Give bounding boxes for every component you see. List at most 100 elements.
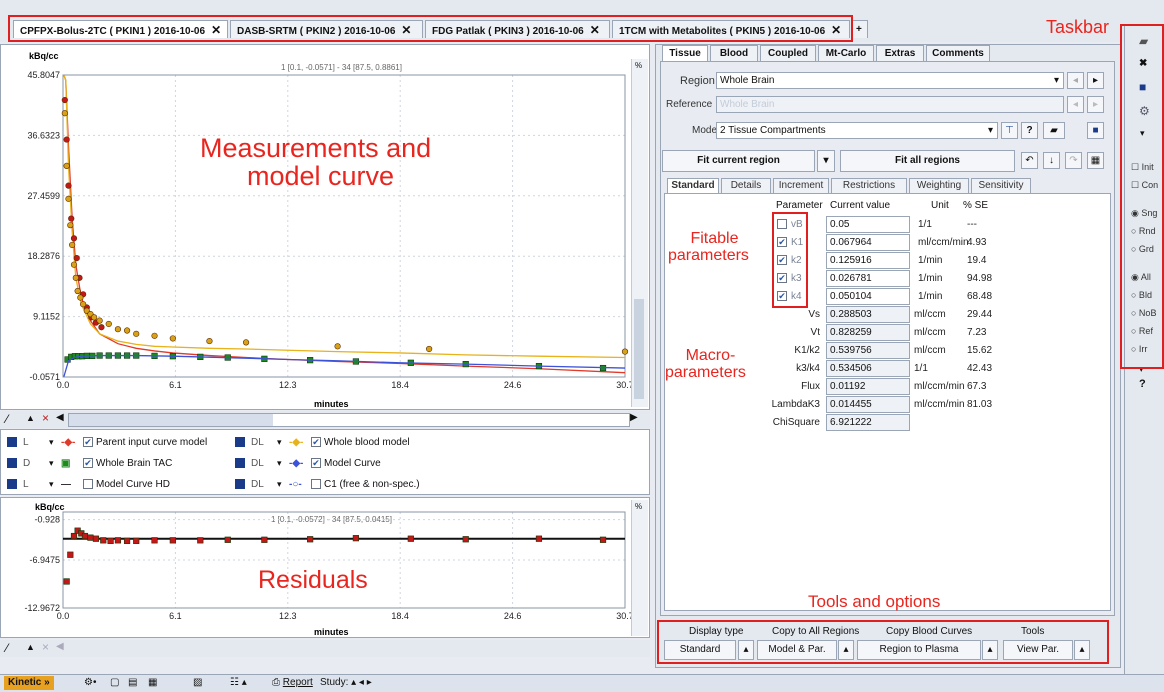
redo-icon[interactable]: ↷ bbox=[1065, 152, 1082, 169]
radio-nob[interactable]: ○ NoB bbox=[1131, 308, 1156, 318]
fit-checkbox[interactable]: ✔ bbox=[777, 273, 787, 283]
help-button[interactable]: ? bbox=[1021, 122, 1038, 139]
document-icon[interactable]: ▤ bbox=[128, 677, 137, 688]
image-icon[interactable]: ▨ bbox=[193, 677, 202, 688]
calculator-icon[interactable]: ▦ bbox=[1087, 152, 1104, 169]
radio-rnd[interactable]: ○ Rnd bbox=[1131, 226, 1155, 236]
save-icon[interactable] bbox=[7, 479, 17, 489]
copy-model-arrow[interactable]: ▴ bbox=[838, 640, 854, 660]
subtab-details[interactable]: Details bbox=[721, 178, 771, 193]
save-icon[interactable]: ■ bbox=[1139, 80, 1146, 94]
fit-options-dropdown[interactable]: ▾ bbox=[817, 150, 835, 172]
display-type-button[interactable]: Standard bbox=[664, 640, 736, 660]
close-icon[interactable]: × bbox=[42, 411, 49, 425]
param-value-input[interactable]: 0.050104 bbox=[826, 288, 910, 305]
subtab-sensitivity[interactable]: Sensitivity bbox=[971, 178, 1031, 193]
tab-comments[interactable]: Comments bbox=[926, 45, 990, 62]
open-folder-icon[interactable]: ▰ bbox=[1043, 122, 1065, 139]
window-icon[interactable]: ▢ bbox=[110, 677, 119, 688]
chevron-down-icon[interactable]: ▾ bbox=[49, 479, 61, 490]
save-icon[interactable]: ■ bbox=[1087, 122, 1104, 139]
tab-pkin3[interactable]: FDG Patlak ( PKIN3 ) 2016-10-06 ✕ bbox=[425, 20, 610, 38]
save-icon[interactable] bbox=[7, 437, 17, 447]
region-select[interactable]: Whole Brain ▾ bbox=[716, 72, 1064, 89]
prev-reference-button[interactable]: ◂ bbox=[1067, 96, 1084, 113]
param-value-input[interactable]: 0.125916 bbox=[826, 252, 910, 269]
fit-checkbox[interactable] bbox=[777, 219, 787, 229]
download-icon[interactable]: ↓ bbox=[1043, 152, 1060, 169]
curve-icon[interactable]: ⁄ bbox=[6, 412, 8, 426]
chevron-down-icon[interactable]: ▾ bbox=[1140, 128, 1145, 139]
scroll-left-icon[interactable]: ◀ bbox=[56, 641, 64, 652]
tab-blood[interactable]: Blood bbox=[710, 45, 758, 62]
close-icon[interactable]: × bbox=[42, 640, 49, 654]
chevron-down-icon[interactable]: ▾ bbox=[49, 437, 61, 448]
radio-grd[interactable]: ○ Grd bbox=[1131, 244, 1154, 254]
view-par-button[interactable]: View Par. bbox=[1003, 640, 1073, 660]
add-tab-button[interactable]: + bbox=[852, 20, 868, 38]
up-arrow-icon[interactable]: ▲ bbox=[26, 413, 35, 423]
legend-item[interactable]: DL ▾ -◆- ✔ Model Curve bbox=[235, 454, 381, 472]
view-par-arrow[interactable]: ▴ bbox=[1074, 640, 1090, 660]
save-icon[interactable] bbox=[235, 479, 245, 489]
undo-icon[interactable]: ↶ bbox=[1021, 152, 1038, 169]
plot-vertical-scrollbar[interactable]: % bbox=[631, 59, 648, 407]
radio-irr[interactable]: ○ Irr bbox=[1131, 344, 1147, 354]
chevron-down-icon[interactable]: ▾ bbox=[1139, 364, 1144, 375]
subtab-weighting[interactable]: Weighting bbox=[909, 178, 969, 193]
subtab-standard[interactable]: Standard bbox=[667, 178, 719, 193]
residual-scrollbar[interactable]: % bbox=[631, 500, 648, 636]
copy-blood-button[interactable]: Region to Plasma bbox=[857, 640, 981, 660]
percent-icon[interactable]: % bbox=[635, 502, 642, 511]
tab-mt-carlo[interactable]: Mt-Carlo bbox=[818, 45, 874, 62]
visibility-checkbox[interactable]: ✔ bbox=[311, 437, 321, 447]
param-value-input[interactable]: 0.067964 bbox=[826, 234, 910, 251]
fit-checkbox[interactable]: ✔ bbox=[777, 237, 787, 247]
visibility-checkbox[interactable]: ✔ bbox=[83, 458, 93, 468]
filter-icon[interactable]: ⊤ bbox=[1001, 122, 1018, 139]
curve-icon[interactable]: ⁄ bbox=[6, 641, 8, 655]
legend-item[interactable]: L ▾ — Model Curve HD bbox=[7, 475, 170, 493]
tab-coupled[interactable]: Coupled bbox=[760, 45, 816, 62]
radio-all[interactable]: ◉ All bbox=[1131, 272, 1151, 283]
tool-icon[interactable]: ⚙• bbox=[84, 677, 96, 688]
save-icon[interactable] bbox=[235, 437, 245, 447]
tab-pkin5[interactable]: 1TCM with Metabolites ( PKIN5 ) 2016-10-… bbox=[612, 20, 850, 38]
param-value-input[interactable]: 0.05 bbox=[826, 216, 910, 233]
next-region-button[interactable]: ▸ bbox=[1087, 72, 1104, 89]
subtab-increment[interactable]: Increment bbox=[773, 178, 829, 193]
scroll-thumb[interactable] bbox=[69, 414, 273, 426]
reference-select[interactable]: Whole Brain bbox=[716, 96, 1064, 113]
fit-checkbox[interactable]: ✔ bbox=[777, 291, 787, 301]
scroll-thumb[interactable] bbox=[634, 299, 644, 399]
percent-icon[interactable]: % bbox=[635, 61, 642, 70]
help-button[interactable]: ? bbox=[1139, 378, 1146, 390]
horizontal-scrollbar[interactable] bbox=[68, 413, 630, 427]
chevron-down-icon[interactable]: ▾ bbox=[277, 437, 289, 448]
save-icon[interactable] bbox=[7, 458, 17, 468]
open-folder-icon[interactable]: ▰ bbox=[1139, 34, 1148, 48]
close-icon[interactable]: ✕ bbox=[590, 23, 600, 37]
tab-tissue[interactable]: Tissue bbox=[662, 45, 708, 62]
legend-item[interactable]: L ▾ -◆- ✔ Parent input curve model bbox=[7, 433, 207, 451]
visibility-checkbox[interactable] bbox=[83, 479, 93, 489]
close-all-icon[interactable]: ✖ bbox=[1139, 58, 1147, 69]
close-icon[interactable]: ✕ bbox=[211, 23, 221, 37]
radio-bld[interactable]: ○ Bld bbox=[1131, 290, 1152, 300]
chevron-down-icon[interactable]: ▾ bbox=[277, 458, 289, 469]
next-reference-button[interactable]: ▸ bbox=[1087, 96, 1104, 113]
copy-blood-arrow[interactable]: ▴ bbox=[982, 640, 998, 660]
scroll-right-icon[interactable]: ▶ bbox=[630, 412, 638, 423]
report-button[interactable]: ⎙ Report bbox=[272, 677, 313, 688]
prev-region-button[interactable]: ◂ bbox=[1067, 72, 1084, 89]
fit-all-regions-button[interactable]: Fit all regions bbox=[840, 150, 1015, 172]
save-icon[interactable] bbox=[235, 458, 245, 468]
measurement-plot[interactable]: kBq/cc 1 [0.1, -0.0571] - 34 [87.5, 0.88… bbox=[1, 45, 649, 409]
fit-checkbox[interactable]: ✔ bbox=[777, 255, 787, 265]
model-select[interactable]: 2 Tissue Compartments ▾ bbox=[716, 122, 998, 139]
fit-current-region-button[interactable]: Fit current region bbox=[662, 150, 815, 172]
checkbox-init[interactable]: ☐ Init bbox=[1131, 162, 1154, 173]
close-icon[interactable]: ✕ bbox=[401, 23, 411, 37]
tab-extras[interactable]: Extras bbox=[876, 45, 924, 62]
tab-pkin2[interactable]: DASB-SRTM ( PKIN2 ) 2016-10-06 ✕ bbox=[230, 20, 423, 38]
